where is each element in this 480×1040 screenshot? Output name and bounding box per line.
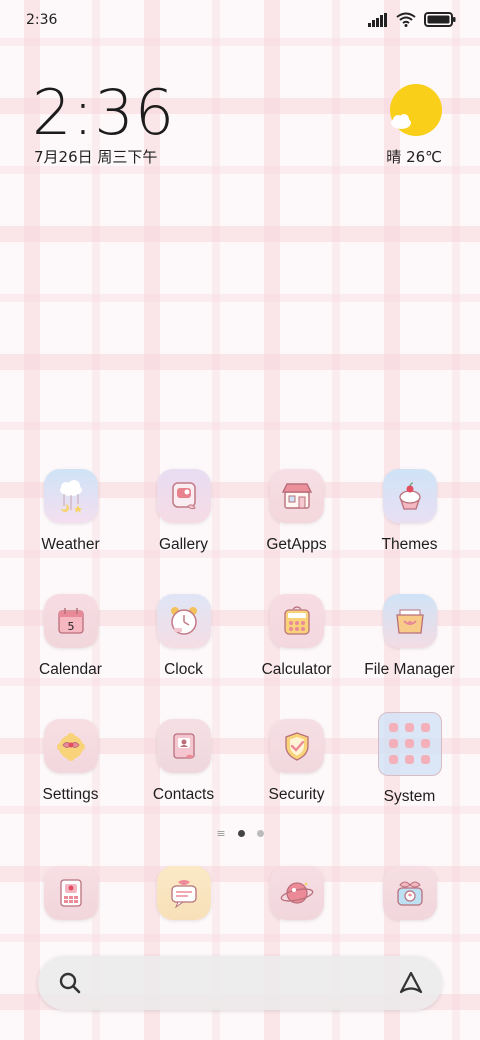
app-getapps[interactable]: GetApps	[240, 469, 353, 554]
app-settings[interactable]: Settings	[14, 719, 127, 804]
assistant-icon[interactable]	[398, 970, 424, 1000]
getapps-icon	[269, 469, 324, 523]
signal-icon	[368, 12, 388, 31]
app-label: File Manager	[364, 661, 455, 678]
app-system-folder[interactable]: System	[353, 712, 466, 806]
calendar-day-number: 5	[67, 620, 74, 633]
sun-with-cloud-icon	[388, 84, 444, 140]
status-time: 2:36	[26, 12, 58, 28]
page-indicator[interactable]: ≡	[0, 828, 480, 839]
app-clock[interactable]: Clock	[127, 594, 240, 679]
clock-time: 2:36	[32, 76, 176, 149]
app-label: Clock	[164, 661, 203, 678]
app-calculator[interactable]: Calculator	[240, 594, 353, 679]
status-bar: 2:36	[0, 0, 480, 44]
clock-icon	[156, 594, 211, 648]
security-icon	[269, 719, 324, 773]
app-weather[interactable]: Weather	[14, 469, 127, 554]
app-label: Gallery	[158, 536, 209, 553]
app-label: Weather	[41, 536, 100, 553]
app-themes[interactable]: Themes	[353, 469, 466, 554]
dock-messages[interactable]	[127, 866, 240, 920]
dock-browser[interactable]	[240, 866, 353, 920]
system-folder-icon	[377, 712, 442, 776]
dock-camera[interactable]	[353, 866, 466, 920]
camera-icon	[382, 866, 437, 920]
clock-date: 7月26日 周三下午	[34, 148, 158, 166]
search-icon[interactable]	[58, 971, 82, 999]
page-dot-active[interactable]	[237, 830, 245, 837]
file-manager-icon	[382, 594, 437, 648]
contacts-icon	[156, 719, 211, 773]
wifi-icon	[396, 12, 416, 31]
app-calendar[interactable]: 5 Calendar	[14, 594, 127, 679]
app-label: Settings	[42, 786, 99, 803]
app-label: System	[383, 788, 436, 805]
phone-icon	[43, 866, 98, 920]
calculator-icon	[269, 594, 324, 648]
app-file-manager[interactable]: File Manager	[353, 594, 466, 679]
app-gallery[interactable]: Gallery	[127, 469, 240, 554]
status-icons	[368, 12, 456, 31]
app-label: Contacts	[152, 786, 215, 803]
themes-icon	[382, 469, 437, 523]
page-dot[interactable]	[256, 830, 264, 837]
app-contacts[interactable]: Contacts	[127, 719, 240, 804]
settings-icon	[43, 719, 98, 773]
weather-icon	[43, 469, 98, 523]
battery-icon	[424, 12, 456, 31]
search-bar[interactable]	[38, 956, 442, 1010]
app-label: Calendar	[39, 661, 102, 678]
search-input[interactable]	[94, 968, 378, 1000]
app-security[interactable]: Security	[240, 719, 353, 804]
dock-phone[interactable]	[14, 866, 127, 920]
browser-icon	[269, 866, 324, 920]
app-label: Security	[268, 786, 325, 803]
messages-icon	[156, 866, 211, 920]
weather-text: 晴 26℃	[386, 148, 442, 166]
app-label: GetApps	[266, 536, 327, 553]
calendar-icon: 5	[43, 594, 98, 648]
app-label: Themes	[381, 536, 438, 553]
app-label: Calculator	[261, 661, 332, 678]
gallery-icon	[156, 469, 211, 523]
menu-lines-icon[interactable]: ≡	[216, 828, 225, 839]
